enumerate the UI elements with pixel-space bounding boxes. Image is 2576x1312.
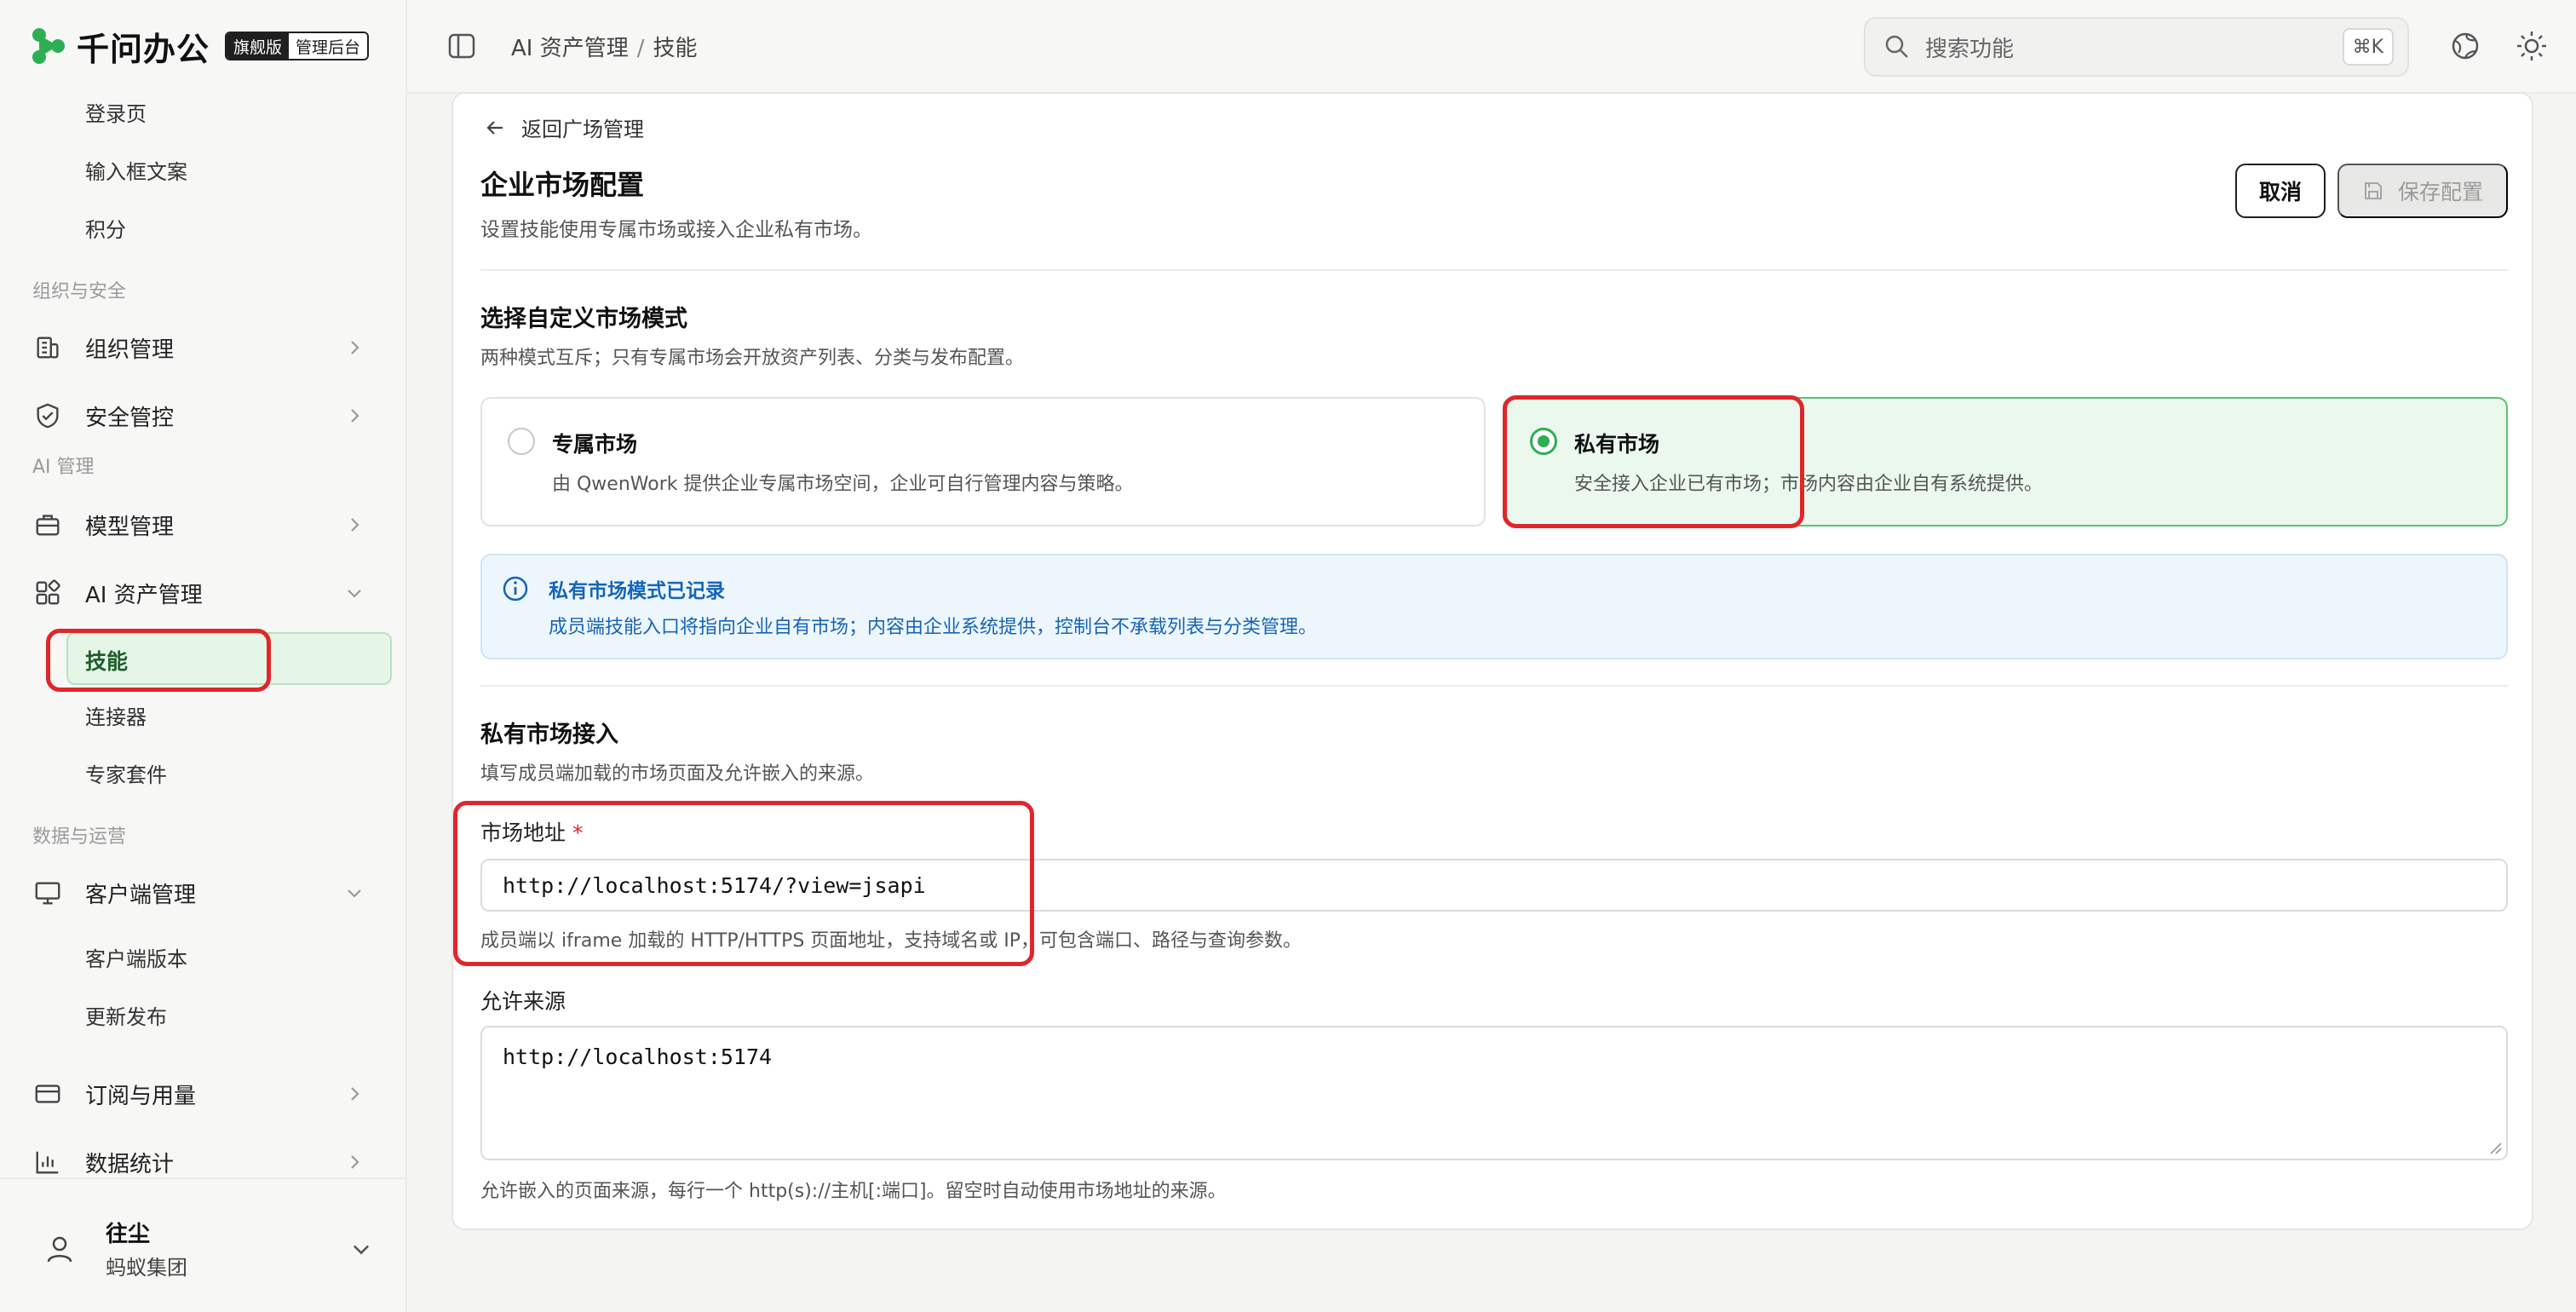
allowed-origins-value: http://localhost:5174 [503, 1044, 773, 1069]
sidebar-item-label: 组织管理 [85, 337, 175, 363]
divider [480, 269, 2508, 271]
resize-grip-icon[interactable] [2487, 1140, 2503, 1155]
sidebar-item-security[interactable]: 安全管控 [32, 395, 373, 436]
annotation-highlight-skills [46, 629, 271, 692]
mode-option-description: 由 QwenWork 提供企业专属市场空间，企业可自行管理内容与策略。 [552, 474, 1134, 495]
shield-icon [32, 400, 63, 431]
save-icon [2364, 182, 2382, 199]
sidebar-item-model[interactable]: 模型管理 [32, 504, 373, 545]
chevron-right-icon [351, 409, 359, 423]
group-label-org-security: 组织与安全 [32, 281, 127, 302]
cancel-button[interactable]: 取消 [2235, 164, 2326, 218]
user-org: 蚂蚁集团 [106, 1256, 187, 1280]
breadcrumb: AI 资产管理 / 技能 [511, 31, 698, 62]
sun-icon[interactable] [2515, 29, 2549, 63]
sidebar-item-label: 客户端管理 [85, 882, 197, 908]
market-config-card: 返回广场管理 企业市场配置 设置技能使用专属市场或接入企业私有市场。 取消 保存… [451, 92, 2533, 1230]
info-icon [503, 576, 528, 601]
user-icon [47, 1236, 72, 1263]
sidebar-item-org[interactable]: 组织管理 [32, 327, 373, 368]
mode-section-description: 两种模式互斥；只有专属市场会开放资产列表、分类与发布配置。 [480, 348, 1025, 369]
edition-label: 旗舰版 [227, 33, 290, 59]
sidebar-item-input-copy[interactable]: 输入框文案 [85, 158, 187, 186]
private-section-title: 私有市场接入 [480, 722, 618, 748]
sidebar-item-stats[interactable]: 数据统计 [32, 1142, 373, 1183]
console-label: 管理后台 [289, 33, 368, 59]
page-title: 企业市场配置 [480, 169, 645, 201]
sidebar-item-client-versions[interactable]: 客户端版本 [85, 946, 187, 973]
search-input[interactable]: 搜索功能 ⌘K [1864, 17, 2409, 77]
sidebar-item-label: 订阅与用量 [85, 1083, 197, 1109]
chevron-right-icon [351, 518, 359, 532]
notice-description: 成员端技能入口将指向企业自有市场；内容由企业系统提供，控制台不承载列表与分类管理… [549, 617, 1318, 638]
blocks-icon [32, 578, 63, 608]
chevron-down-icon [353, 1245, 370, 1255]
breadcrumb-skills: 技能 [653, 36, 698, 61]
sidebar-item-subscription[interactable]: 订阅与用量 [32, 1073, 373, 1114]
sidebar-toggle-icon[interactable] [446, 31, 477, 61]
notice-title: 私有市场模式已记录 [549, 580, 725, 602]
sidebar-item-label: 安全管控 [85, 405, 175, 431]
monitor-icon [32, 878, 63, 908]
allowed-origins-help: 允许嵌入的页面来源，每行一个 http(s)://主机[:端口]。留空时自动使用… [480, 1181, 1227, 1202]
brand-badge: 旗舰版 管理后台 [225, 32, 370, 60]
breadcrumb-ai-assets[interactable]: AI 资产管理 [511, 36, 629, 61]
chevron-down-icon [348, 590, 361, 598]
page-description: 设置技能使用专属市场或接入企业私有市场。 [480, 219, 872, 241]
user-menu[interactable]: 往尘 蚂蚁集团 [0, 1177, 407, 1312]
search-icon [1885, 35, 1908, 58]
sidebar-item-points[interactable]: 积分 [85, 216, 126, 244]
annotation-highlight-market-url [453, 801, 1034, 966]
brand-name: 千问办公 [77, 30, 210, 68]
bar-chart-icon [32, 1147, 63, 1177]
chevron-right-icon [351, 1087, 359, 1101]
chevron-right-icon [351, 1155, 359, 1169]
brand-logo-icon [32, 28, 65, 64]
user-name: 往尘 [106, 1222, 151, 1247]
sidebar-item-client[interactable]: 客户端管理 [32, 872, 373, 913]
annotation-highlight-private-market [1503, 395, 1804, 528]
allowed-origins-textarea[interactable]: http://localhost:5174 [480, 1026, 2508, 1160]
chevron-right-icon [351, 341, 359, 354]
search-placeholder: 搜索功能 [1925, 36, 2015, 62]
breadcrumb-separator: / [636, 36, 645, 61]
building-icon [32, 332, 63, 363]
save-config-label: 保存配置 [2397, 181, 2483, 204]
sidebar-item-login-page[interactable]: 登录页 [85, 101, 147, 128]
group-label-ai: AI 管理 [32, 457, 95, 478]
sidebar-item-expert-kits[interactable]: 专家套件 [85, 762, 167, 789]
credit-card-icon [32, 1079, 63, 1109]
sidebar-item-release[interactable]: 更新发布 [85, 1004, 167, 1031]
arrow-left-icon [486, 120, 503, 135]
allowed-origins-label: 允许来源 [480, 989, 566, 1014]
back-link[interactable]: 返回广场管理 [484, 112, 644, 142]
group-label-data-ops: 数据与运营 [32, 826, 127, 848]
sidebar: 千问办公 旗舰版 管理后台 登录页 输入框文案 积分 组织与安全 组织管理 安全… [0, 0, 407, 1312]
search-shortcut: ⌘K [2342, 28, 2394, 66]
notice-banner: 私有市场模式已记录 成员端技能入口将指向企业自有市场；内容由企业系统提供，控制台… [480, 554, 2508, 659]
top-header: AI 资产管理 / 技能 搜索功能 ⌘K [407, 0, 2576, 94]
mode-section-title: 选择自定义市场模式 [480, 306, 687, 332]
chevron-down-icon [348, 889, 361, 898]
radio-dedicated[interactable] [508, 428, 535, 455]
back-link-label: 返回广场管理 [521, 118, 644, 141]
sidebar-item-label: 模型管理 [85, 514, 175, 540]
private-section-description: 填写成员端加载的市场页面及允许嵌入的来源。 [480, 763, 875, 785]
sidebar-item-label: 数据统计 [85, 1151, 175, 1177]
brand[interactable]: 千问办公 旗舰版 管理后台 [27, 24, 370, 68]
sidebar-item-connectors[interactable]: 连接器 [85, 704, 147, 731]
save-config-button[interactable]: 保存配置 [2337, 164, 2508, 218]
mode-option-title: 专属市场 [552, 432, 638, 457]
divider [480, 685, 2508, 687]
sidebar-item-label: AI 资产管理 [85, 582, 203, 608]
mode-option-dedicated[interactable]: 专属市场 由 QwenWork 提供企业专属市场空间，企业可自行管理内容与策略。 [480, 397, 1486, 527]
toolbox-icon [32, 509, 63, 540]
sidebar-item-ai-assets[interactable]: AI 资产管理 [32, 573, 373, 613]
globe-icon[interactable] [2448, 29, 2482, 63]
